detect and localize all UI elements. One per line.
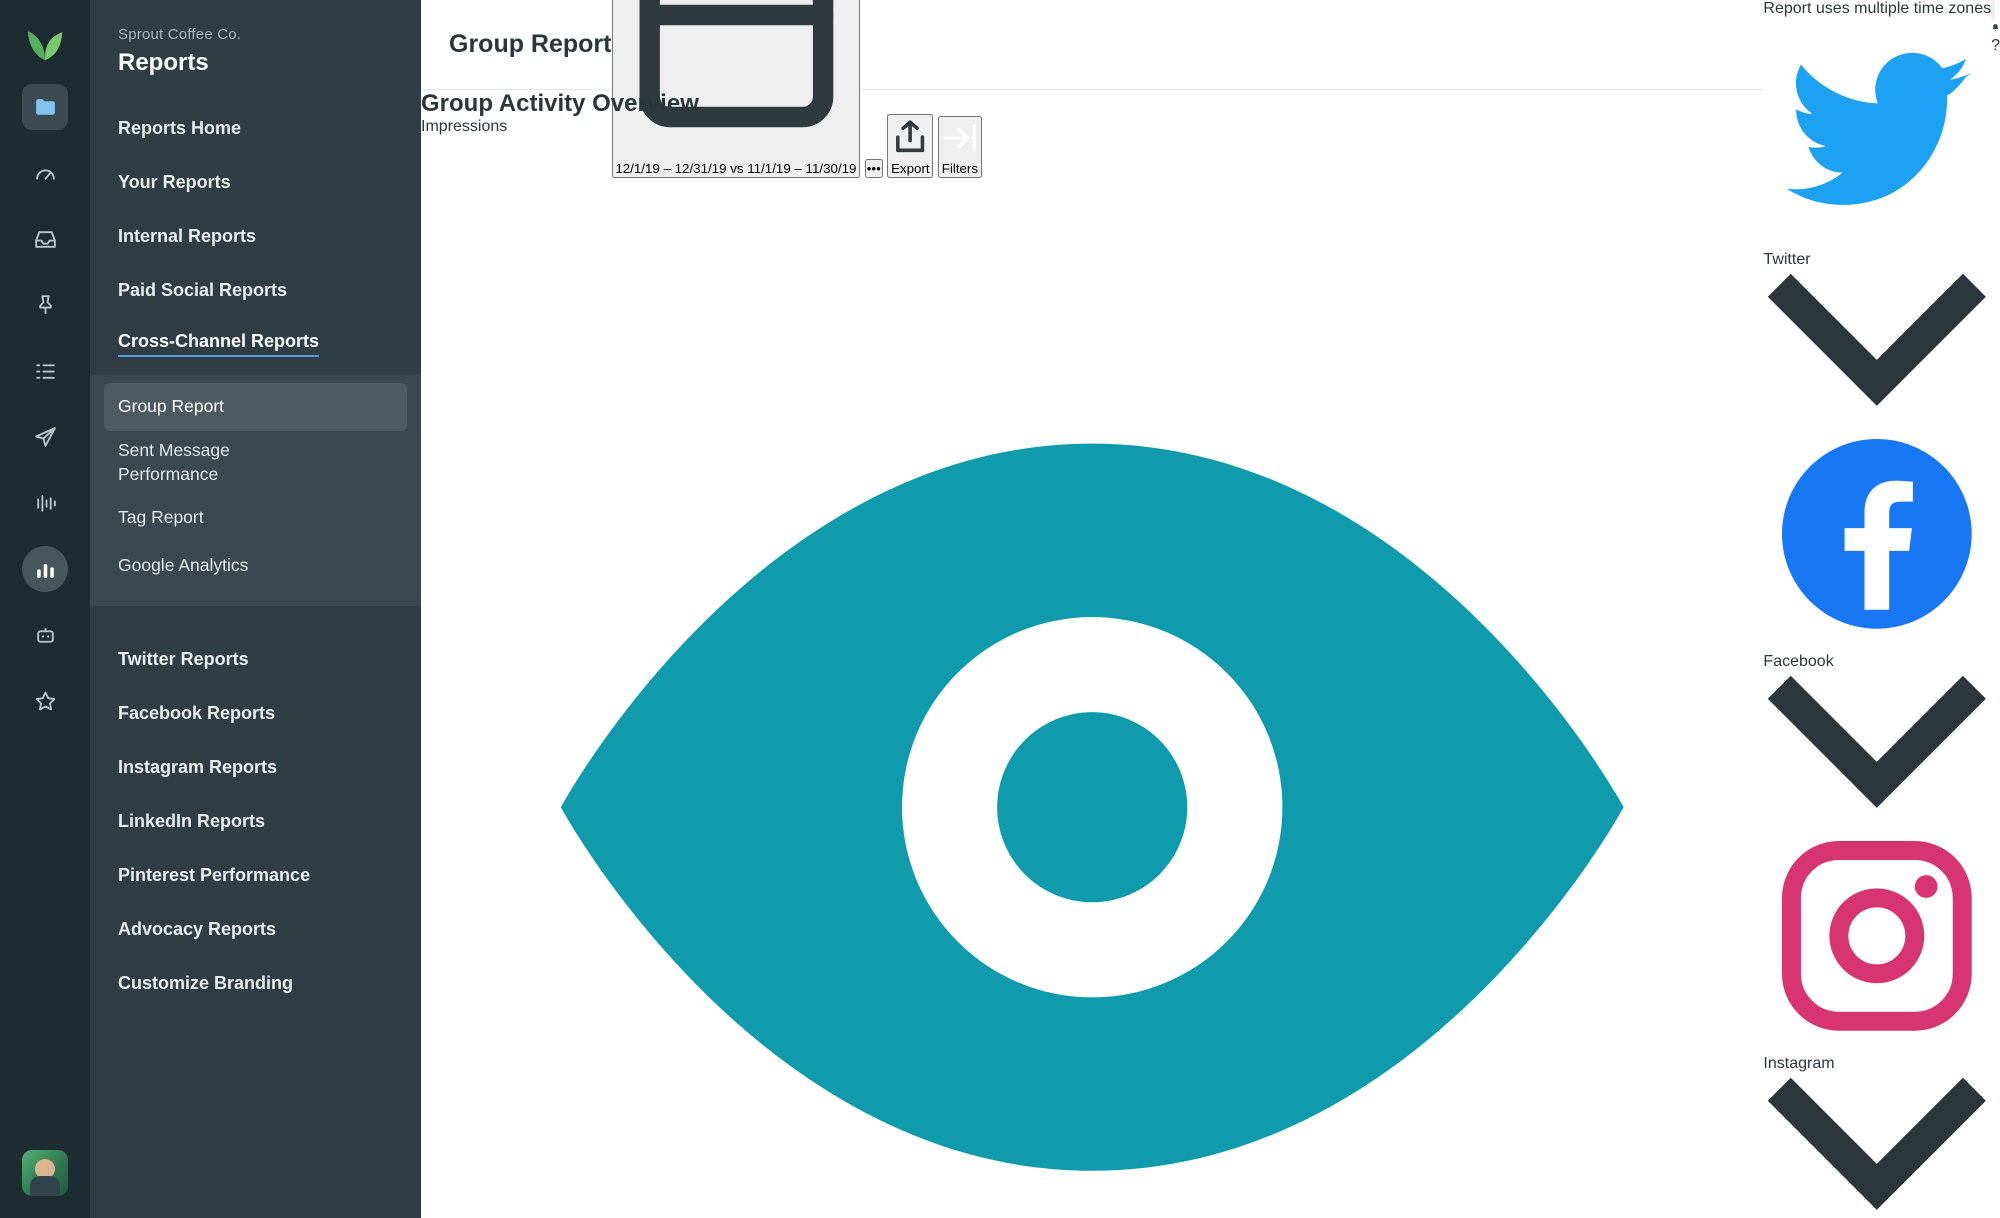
star-icon[interactable]	[22, 678, 68, 724]
sidebar-subitem-group-report[interactable]: Group Report	[104, 383, 407, 431]
page-header: Group Report 12/1/19 – 12/31/19 vs 11/1/…	[421, 0, 1764, 178]
sidebar-subitem-sent-message-performance[interactable]: Sent Message Performance	[104, 431, 334, 494]
queue-list-icon[interactable]	[22, 348, 68, 394]
multiple-timezones-link[interactable]: multiple	[1854, 0, 1909, 17]
sidebar-item-twitter-reports[interactable]: Twitter Reports	[104, 632, 407, 686]
reports-sidebar: Sprout Coffee Co. Reports Reports Home Y…	[90, 0, 421, 1218]
sidebar-item-linkedin-reports[interactable]: LinkedIn Reports	[104, 794, 407, 848]
account-row-twitter[interactable]: Twitter	[1763, 18, 1991, 420]
sidebar-item-facebook-reports[interactable]: Facebook Reports	[104, 686, 407, 740]
sidebar-item-internal-reports[interactable]: Internal Reports	[104, 209, 407, 263]
paper-plane-icon[interactable]	[22, 414, 68, 460]
chevron-down-icon	[1763, 675, 1991, 821]
app-icon-rail	[0, 0, 90, 1218]
notifications-bell-icon[interactable]	[1991, 19, 2000, 37]
compose-button[interactable]	[1991, 0, 2000, 35]
folder-icon[interactable]	[22, 84, 68, 130]
main-column: Group Report 12/1/19 – 12/31/19 vs 11/1/…	[421, 0, 1764, 1218]
reports-chart-icon[interactable]	[22, 546, 68, 592]
user-avatar[interactable]	[22, 1150, 68, 1196]
timezone-note: Report uses multiple time zones	[1763, 0, 1992, 17]
sprout-logo-icon[interactable]	[23, 20, 67, 64]
sidebar-item-paid-social-reports[interactable]: Paid Social Reports	[104, 263, 407, 317]
cross-channel-submenu: Group Report Sent Message Performance Ta…	[90, 375, 421, 607]
sidebar-subitem-tag-report[interactable]: Tag Report	[104, 494, 407, 542]
inbox-icon[interactable]	[22, 216, 68, 262]
overview-card-title: Group Activity Overview	[421, 90, 699, 117]
sidebar-item-instagram-reports[interactable]: Instagram Reports	[104, 740, 407, 794]
gauge-icon[interactable]	[22, 150, 68, 196]
sidebar-item-your-reports[interactable]: Your Reports	[104, 155, 407, 209]
account-row-instagram[interactable]: Instagram	[1763, 822, 1991, 1218]
sidebar-item-advocacy-reports[interactable]: Advocacy Reports	[104, 902, 407, 956]
company-name: Sprout Coffee Co.	[118, 26, 242, 43]
impressions-label[interactable]: Impressions	[421, 118, 507, 135]
bot-icon[interactable]	[22, 612, 68, 658]
chevron-down-icon	[1763, 273, 1991, 419]
help-icon[interactable]: ?	[1991, 37, 2000, 55]
sidebar-title: Reports	[118, 49, 209, 76]
pin-icon[interactable]	[22, 282, 68, 328]
impressions-metric: Impressions 1,832	[421, 118, 1763, 1218]
sidebar-item-customize-branding[interactable]: Customize Branding	[104, 956, 407, 1010]
group-activity-overview-card: Group Activity Overview Impressions 1,83…	[421, 90, 1763, 1218]
facebook-icon	[1763, 439, 1991, 652]
instagram-icon	[1763, 841, 1991, 1054]
chevron-down-icon	[1763, 1077, 1991, 1218]
account-row-facebook[interactable]: Facebook	[1763, 420, 1991, 822]
pulse-bars-icon[interactable]	[22, 480, 68, 526]
sidebar-item-reports-home[interactable]: Reports Home	[104, 101, 407, 155]
app-window: Sprout Coffee Co. Reports Reports Home Y…	[0, 0, 2000, 1218]
twitter-icon	[1763, 52, 1991, 250]
sidebar-subitem-google-analytics[interactable]: Google Analytics	[104, 542, 407, 590]
sidebar-item-cross-channel-reports[interactable]: Cross-Channel Reports	[104, 317, 407, 371]
utility-rail: ?	[1991, 0, 2000, 1218]
sidebar-item-pinterest-performance[interactable]: Pinterest Performance	[104, 848, 407, 902]
accounts-panel: Report uses multiple time zones Twitter …	[1763, 0, 1991, 1218]
report-content: Group Activity Overview Impressions 1,83…	[421, 90, 1763, 1218]
page-title: Group Report	[449, 30, 612, 58]
